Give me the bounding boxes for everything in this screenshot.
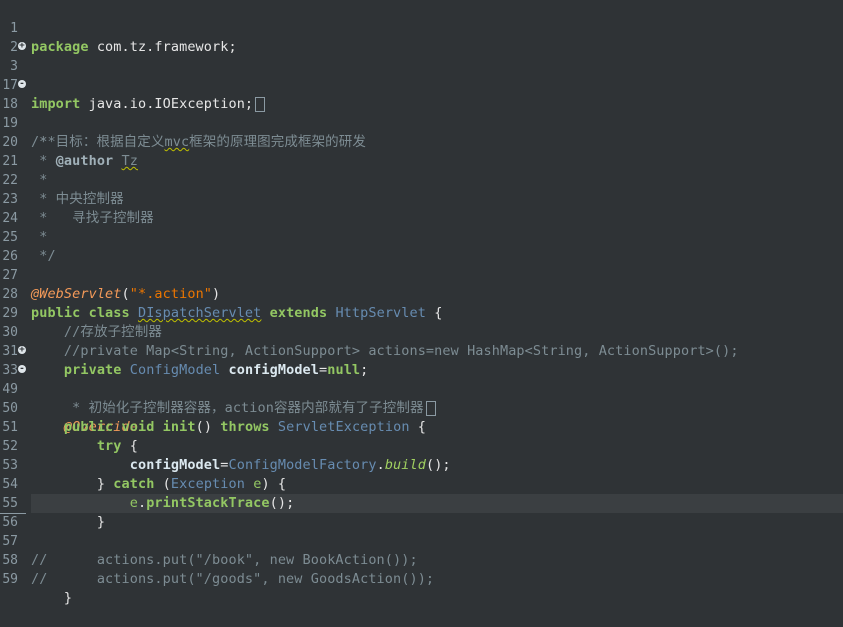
- code-line[interactable]: 20 * @author Tz: [0, 114, 843, 169]
- code-line[interactable]: 3 + import java.io.IOException;: [0, 38, 843, 112]
- code-line[interactable]: 57 // actions.put("/book", new BookActio…: [0, 513, 843, 568]
- code-line[interactable]: 26: [0, 228, 843, 264]
- code-text: }: [31, 590, 73, 606]
- code-line[interactable]: 58 // actions.put("/goods", new GoodsAct…: [0, 532, 843, 587]
- code-line[interactable]: 49 - @Override: [0, 361, 843, 436]
- code-line[interactable]: 22 * 中央控制器: [0, 152, 843, 207]
- code-line[interactable]: 51 try {: [0, 399, 843, 454]
- code-line-current[interactable]: 56: [0, 494, 843, 530]
- code-line[interactable]: 29 //存放子控制器: [0, 285, 843, 340]
- code-line[interactable]: 27 @WebServlet("*.action"): [0, 247, 843, 302]
- code-line[interactable]: 54 e.printStackTrace();: [0, 456, 843, 511]
- code-line[interactable]: 59 }: [0, 551, 843, 606]
- fold-expand-icon[interactable]: +: [18, 42, 26, 51]
- code-line[interactable]: 52 configModel=ConfigModelFactory.build(…: [0, 418, 843, 473]
- code-line[interactable]: 23 * 寻找子控制器: [0, 171, 843, 226]
- code-line[interactable]: 53 } catch (Exception e) {: [0, 437, 843, 492]
- code-line[interactable]: 55 }: [0, 475, 843, 530]
- code-line[interactable]: 1 package com.tz.framework;: [0, 0, 843, 55]
- code-editor[interactable]: 1 package com.tz.framework; 2 3 + import…: [0, 0, 843, 606]
- code-line[interactable]: 28 public class DIspatchServlet extends …: [0, 266, 843, 321]
- code-line[interactable]: 2: [0, 19, 843, 55]
- fold-collapse-icon[interactable]: -: [18, 80, 26, 89]
- fold-collapse-icon[interactable]: -: [18, 365, 26, 374]
- code-text: // actions.put("/goods", new GoodsAction…: [31, 571, 435, 587]
- code-line[interactable]: 18 - /**: [0, 76, 843, 151]
- code-line[interactable]: 24 *: [0, 190, 843, 245]
- code-line[interactable]: 31 private ConfigModel configModel=null;: [0, 323, 843, 378]
- code-line[interactable]: 50 public void init() throws ServletExce…: [0, 380, 843, 435]
- code-line[interactable]: 30 //private Map<String, ActionSupport> …: [0, 304, 843, 359]
- code-line[interactable]: 25 */: [0, 209, 843, 264]
- code-line[interactable]: 21 *: [0, 133, 843, 188]
- line-number: 59: [2, 572, 18, 587]
- code-line[interactable]: 17: [0, 57, 843, 93]
- fold-expand-icon[interactable]: +: [18, 346, 26, 355]
- code-line[interactable]: 33 + * 初始化子控制器容器，action容器内部就有了子控制器: [0, 342, 843, 416]
- code-line[interactable]: 19 * 目标：根据自定义mvc框架的原理图完成框架的研发: [0, 95, 843, 150]
